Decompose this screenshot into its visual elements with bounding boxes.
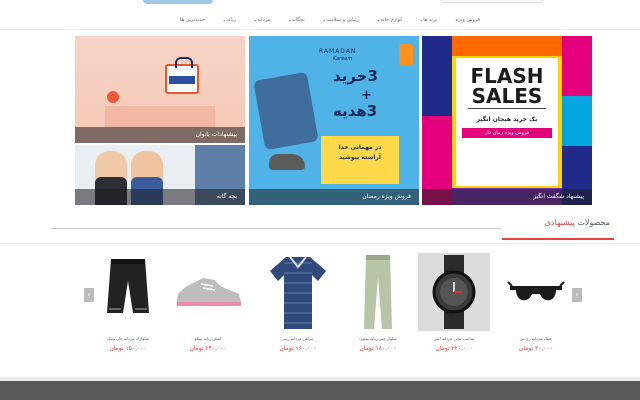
- product-card[interactable]: پیراهن مردانه زیپ ۱۶۰,۰۰۰ تومان: [262, 253, 334, 363]
- nav-item-label: زنانه: [226, 17, 236, 23]
- banner-caption: پیشنهادات بانوان: [75, 127, 245, 143]
- shelf-graphic: [105, 106, 215, 128]
- product-name[interactable]: پیراهن مردانه زیپ: [262, 336, 334, 341]
- ramadan-box-line2: آراسته بپوشید: [339, 154, 381, 161]
- nav-item[interactable]: مردانه ▾: [254, 14, 270, 26]
- nav-item[interactable]: زیبایی و سلامت ▾: [323, 14, 359, 26]
- product-price: ۲۴۰,۰۰۰ تومان: [189, 345, 227, 352]
- product-price: ۱۵۰,۰۰۰ تومان: [109, 345, 147, 352]
- banner-caption: فروش ویژه رمضان: [249, 189, 419, 205]
- product-price: ۱۸۰,۰۰۰ تومان: [359, 345, 397, 352]
- banner-kids[interactable]: بچه گانه: [75, 145, 245, 205]
- banner-caption: پیشنهاد شگفت انگیز: [422, 189, 592, 205]
- lantern-icon: [399, 44, 413, 66]
- ramadan-box-line1: در مهمانی خدا: [338, 144, 382, 151]
- pants-image[interactable]: [342, 253, 414, 331]
- flash-sub2: فروش ویژه زمان دار: [462, 128, 552, 138]
- nav-item[interactable]: جدیدترین ها: [180, 14, 205, 26]
- ball-graphic: [107, 91, 119, 103]
- flash-sub1: یک خرید هیجان انگیز: [476, 116, 538, 123]
- section-divider: [50, 228, 502, 229]
- banner-caption: بچه گانه: [75, 189, 245, 205]
- carousel-prev-button[interactable]: ‹: [84, 288, 94, 302]
- cards-divider: [0, 243, 640, 244]
- jacket-image: [253, 71, 319, 151]
- product-card[interactable]: ساعت مچی مردانه امپر ۲۲۰,۰۰۰ تومان: [418, 253, 490, 363]
- nav-item-label: فروش ویژه: [455, 17, 480, 23]
- ramadan-offer-box: در مهمانی خدا آراسته بپوشید: [321, 136, 399, 184]
- nav-item[interactable]: فروش ویژه: [456, 14, 480, 26]
- product-card[interactable]: کفش زنانه پیتکو ۲۴۰,۰۰۰ تومان: [172, 253, 244, 363]
- banner-ramadan[interactable]: RAMADAN Kareem 3خرید + 3هدیه در مهمانی خ…: [249, 36, 419, 205]
- chevron-down-icon: ▾: [223, 17, 226, 23]
- nav-item-label: جدیدترین ها: [180, 17, 205, 23]
- product-name[interactable]: عینک مردانه ری بن: [500, 336, 572, 341]
- ramadan-plus: +: [361, 88, 372, 103]
- product-name[interactable]: شلوار جین زنانه سیون: [342, 336, 414, 341]
- product-card[interactable]: عینک مردانه ری بن ۳۰,۰۰۰ تومان: [500, 253, 572, 363]
- nav-item-label: برند ها: [423, 17, 438, 23]
- product-card[interactable]: شلوار جین زنانه سیون ۱۸۰,۰۰۰ تومان: [342, 253, 414, 363]
- nav-item-label: لوازم خانه: [380, 17, 402, 23]
- shorts-image[interactable]: [92, 253, 164, 331]
- product-name[interactable]: ساعت مچی مردانه امپر: [418, 336, 490, 341]
- section-tab: محصولات پیشنهادی: [502, 212, 614, 240]
- flash-card: FLASH SALES یک خرید هیجان انگیز فروش ویژه…: [456, 58, 558, 186]
- flash-title2: SALES: [471, 84, 543, 108]
- footer-band: [0, 377, 640, 400]
- product-price: ۲۲۰,۰۰۰ تومان: [435, 345, 473, 352]
- product-name[interactable]: شلوارک مردانه جان وینک: [92, 336, 164, 341]
- sneaker-image[interactable]: [172, 253, 244, 331]
- ramadan-title: RAMADAN: [319, 48, 357, 55]
- nav-item-label: زیبایی و سلامت: [326, 17, 359, 23]
- ramadan-subtitle: Kareem: [333, 56, 353, 62]
- chevron-down-icon: ▾: [254, 17, 257, 23]
- nav-item-label: مردانه: [257, 17, 271, 23]
- top-strip: [0, 0, 640, 6]
- product-carousel: عینک مردانه ری بن ۳۰,۰۰۰ تومان ساعت مچی مر…: [84, 253, 584, 373]
- shoe-image: [269, 154, 305, 170]
- watch-image[interactable]: [418, 253, 490, 331]
- top-button[interactable]: [143, 0, 213, 4]
- chevron-down-icon: ▾: [377, 17, 380, 23]
- banner-ladies[interactable]: پیشنهادات بانوان: [75, 36, 245, 143]
- search-input[interactable]: [440, 0, 544, 3]
- product-card[interactable]: شلوارک مردانه جان وینک ۱۵۰,۰۰۰ تومان: [92, 253, 164, 363]
- product-price: ۱۶۰,۰۰۰ تومان: [279, 345, 317, 352]
- chevron-down-icon: ▾: [420, 17, 423, 23]
- section-title: محصولات پیشنهادی: [545, 218, 610, 227]
- nav-item[interactable]: زنانه ▾: [223, 14, 235, 26]
- section-title-highlight: پیشنهادی: [544, 218, 575, 227]
- nav-item[interactable]: برند ها ▾: [420, 14, 437, 26]
- nav-item[interactable]: لوازم خانه ▾: [377, 14, 401, 26]
- product-price: ۳۰,۰۰۰ تومان: [518, 345, 554, 352]
- ramadan-line1: 3خرید: [333, 67, 378, 85]
- sunglasses-image[interactable]: [500, 253, 572, 331]
- ramadan-line2: 3هدیه: [333, 102, 378, 120]
- nav-item[interactable]: بچگانه ▾: [289, 14, 305, 26]
- main-nav: جدیدترین ها زنانه ▾ مردانه ▾ بچگانه ▾ زیبایی و …: [0, 8, 640, 30]
- banner-flash-sales[interactable]: FLASH SALES یک خرید هیجان انگیز فروش ویژه…: [422, 36, 592, 205]
- nav-list: جدیدترین ها زنانه ▾ مردانه ▾ بچگانه ▾ زیبایی و …: [180, 14, 480, 26]
- bag-image: [165, 57, 199, 94]
- chevron-down-icon: ▾: [323, 17, 326, 23]
- product-name[interactable]: کفش زنانه پیتکو: [172, 336, 244, 341]
- carousel-next-button[interactable]: ›: [572, 288, 582, 302]
- nav-item-label: بچگانه: [291, 17, 305, 23]
- chevron-down-icon: ▾: [288, 17, 291, 23]
- shirt-image[interactable]: [262, 253, 334, 331]
- section-title-prefix: محصولات: [577, 218, 610, 227]
